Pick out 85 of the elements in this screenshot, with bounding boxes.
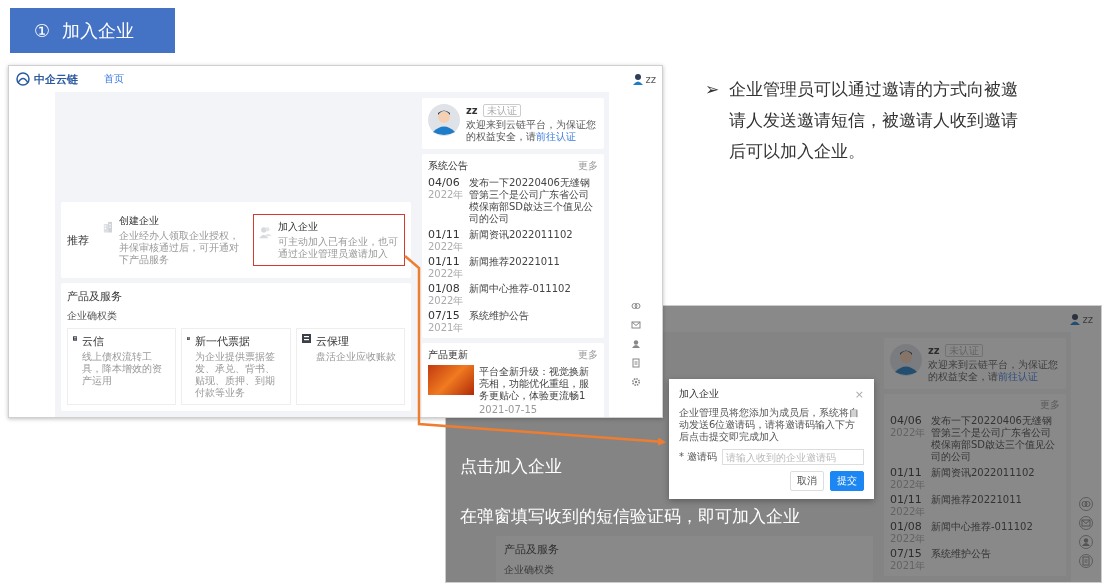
caption-text: 点击加入企业: [460, 455, 562, 478]
document-icon: [73, 334, 78, 343]
product-name: 云保理: [315, 334, 350, 349]
notice-date: 01/11: [428, 228, 461, 241]
notice-title[interactable]: 新闻推荐20221011: [931, 493, 1060, 517]
user-name: zz: [645, 73, 656, 85]
cancel-button[interactable]: 取消: [790, 471, 824, 491]
notice-title[interactable]: 新闻中心推荐-011102: [469, 282, 598, 306]
instruction-text: 企业管理员可以通过邀请的方式向被邀请人发送邀请短信，被邀请人收到邀请后可以加入企业。: [729, 78, 1020, 163]
user-icon[interactable]: [632, 73, 643, 85]
product-description: 线上债权流转工具，降本增效的资产运用: [82, 351, 164, 387]
notice-date: 04/06: [890, 414, 923, 427]
dialog-title: 加入企业: [679, 387, 719, 401]
update-date: 2021-07-15: [479, 404, 539, 416]
section-title: 产品及服务: [67, 289, 123, 304]
product-name: 云信: [82, 334, 106, 349]
avatar-icon: [890, 344, 922, 376]
user-name: zz: [928, 345, 940, 356]
notice-date: 04/06: [428, 176, 461, 189]
notice-title[interactable]: 新闻中心推荐-011102: [931, 520, 1060, 544]
category-label: 企业确权类: [67, 309, 118, 323]
step-title: 加入企业: [62, 18, 135, 43]
submit-button[interactable]: 提交: [830, 471, 864, 491]
product-card[interactable]: 云保理 盘活企业应收账款: [295, 328, 405, 405]
verify-link[interactable]: 前往认证: [998, 371, 1038, 382]
product-card[interactable]: 新一代票据 为企业提供票据签发、承兑、背书、贴现、质押、到期付款等业务: [181, 328, 291, 405]
notice-date: 01/11: [890, 493, 923, 506]
verify-link[interactable]: 前往认证: [536, 131, 576, 142]
link-icon[interactable]: [630, 301, 641, 311]
notice-date: 07/15: [428, 309, 461, 322]
welcome-text: 欢迎来到云链平台，为保证您的权益安全，请前往认证: [466, 119, 597, 143]
notice-title[interactable]: 发布一下20220406无缝钢管第三个是公司广东省公司模保南部SD啟达三个值见公司的公司: [469, 176, 598, 225]
dialog-message: 企业管理员将您添加为成员后，系统将自动发送6位邀请码，请将邀请码输入下方后点击提交即完成加入: [679, 407, 860, 443]
gear-icon[interactable]: [630, 377, 641, 387]
panel-title: 系统公告: [428, 159, 468, 173]
notice-title[interactable]: 新闻资讯2022011102: [469, 228, 598, 252]
caption-text: 在弹窗填写收到的短信验证码，即可加入企业: [460, 505, 800, 528]
notice-title[interactable]: 新闻推荐20221011: [469, 255, 598, 279]
user-name: zz: [466, 105, 478, 116]
bullet-marker: ➢: [705, 78, 720, 101]
verify-status: 未认证: [482, 104, 521, 117]
person-icon[interactable]: [630, 339, 641, 349]
category-label: 企业确权类: [504, 563, 555, 577]
notice-date: 01/11: [428, 255, 461, 268]
section-label: 推荐: [67, 232, 90, 248]
option-card[interactable]: 创建企业 企业经办人领取企业授权，并保审核通过后，可开通对下产品服务: [97, 208, 249, 272]
product-description: 为企业提供票据签发、承兑、背书、贴现、质押、到期付款等业务: [195, 351, 277, 399]
update-title[interactable]: 平台全新升级：视觉换新亮相，功能优化重组，服务更贴心，体验更流畅1: [479, 365, 598, 402]
logo-icon: [15, 72, 31, 86]
product-card[interactable]: 云信 线上债权流转工具，降本增效的资产运用: [67, 328, 177, 405]
notice-date: 01/11: [890, 466, 923, 479]
document-icon: [301, 334, 311, 343]
notice-date: 01/08: [890, 520, 923, 533]
notice-year: 2022年: [428, 268, 464, 279]
notice-year: 2022年: [428, 295, 464, 306]
notice-title[interactable]: 系统维护公告: [931, 547, 1060, 571]
notice-title[interactable]: 新闻资讯2022011102: [931, 466, 1060, 490]
card-description: 企业经办人领取企业授权，并保审核通过后，可开通对下产品服务: [119, 230, 241, 266]
document-icon[interactable]: [630, 358, 641, 368]
notice-date: 07/15: [890, 547, 923, 560]
notice-year: 2022年: [428, 189, 464, 200]
user-name: zz: [1082, 313, 1093, 325]
more-link[interactable]: 更多: [578, 349, 598, 361]
product-name: 新一代票据: [195, 334, 252, 349]
mail-icon[interactable]: [630, 320, 641, 330]
section-title: 产品及服务: [504, 542, 560, 557]
product-description: 盘活企业应收账款: [315, 351, 396, 363]
notice-year: 2021年: [428, 322, 464, 333]
panel-title: 产品更新: [428, 348, 468, 362]
logo-text: 中企云链: [34, 71, 78, 87]
notice-date: 01/08: [428, 282, 461, 295]
more-link[interactable]: 更多: [578, 160, 598, 172]
nav-tab[interactable]: 首页: [104, 72, 124, 86]
field-label: * 邀请码: [679, 450, 718, 464]
close-button[interactable]: ×: [854, 388, 864, 400]
avatar-icon: [428, 104, 460, 136]
welcome-text: 欢迎来到云链平台，为保证您的权益安全，请前往认证: [928, 359, 1059, 383]
step-number: ①: [34, 20, 51, 41]
card-description: 可主动加入已有企业，也可通过企业管理员邀请加入: [277, 236, 399, 260]
notice-year: 2022年: [428, 241, 464, 252]
option-card[interactable]: 加入企业 可主动加入已有企业，也可通过企业管理员邀请加入: [253, 214, 405, 266]
photo-placeholder: [428, 365, 474, 395]
card-title: 创建企业: [119, 214, 161, 228]
card-title: 加入企业: [277, 220, 319, 234]
notice-title[interactable]: 系统维护公告: [469, 309, 598, 333]
